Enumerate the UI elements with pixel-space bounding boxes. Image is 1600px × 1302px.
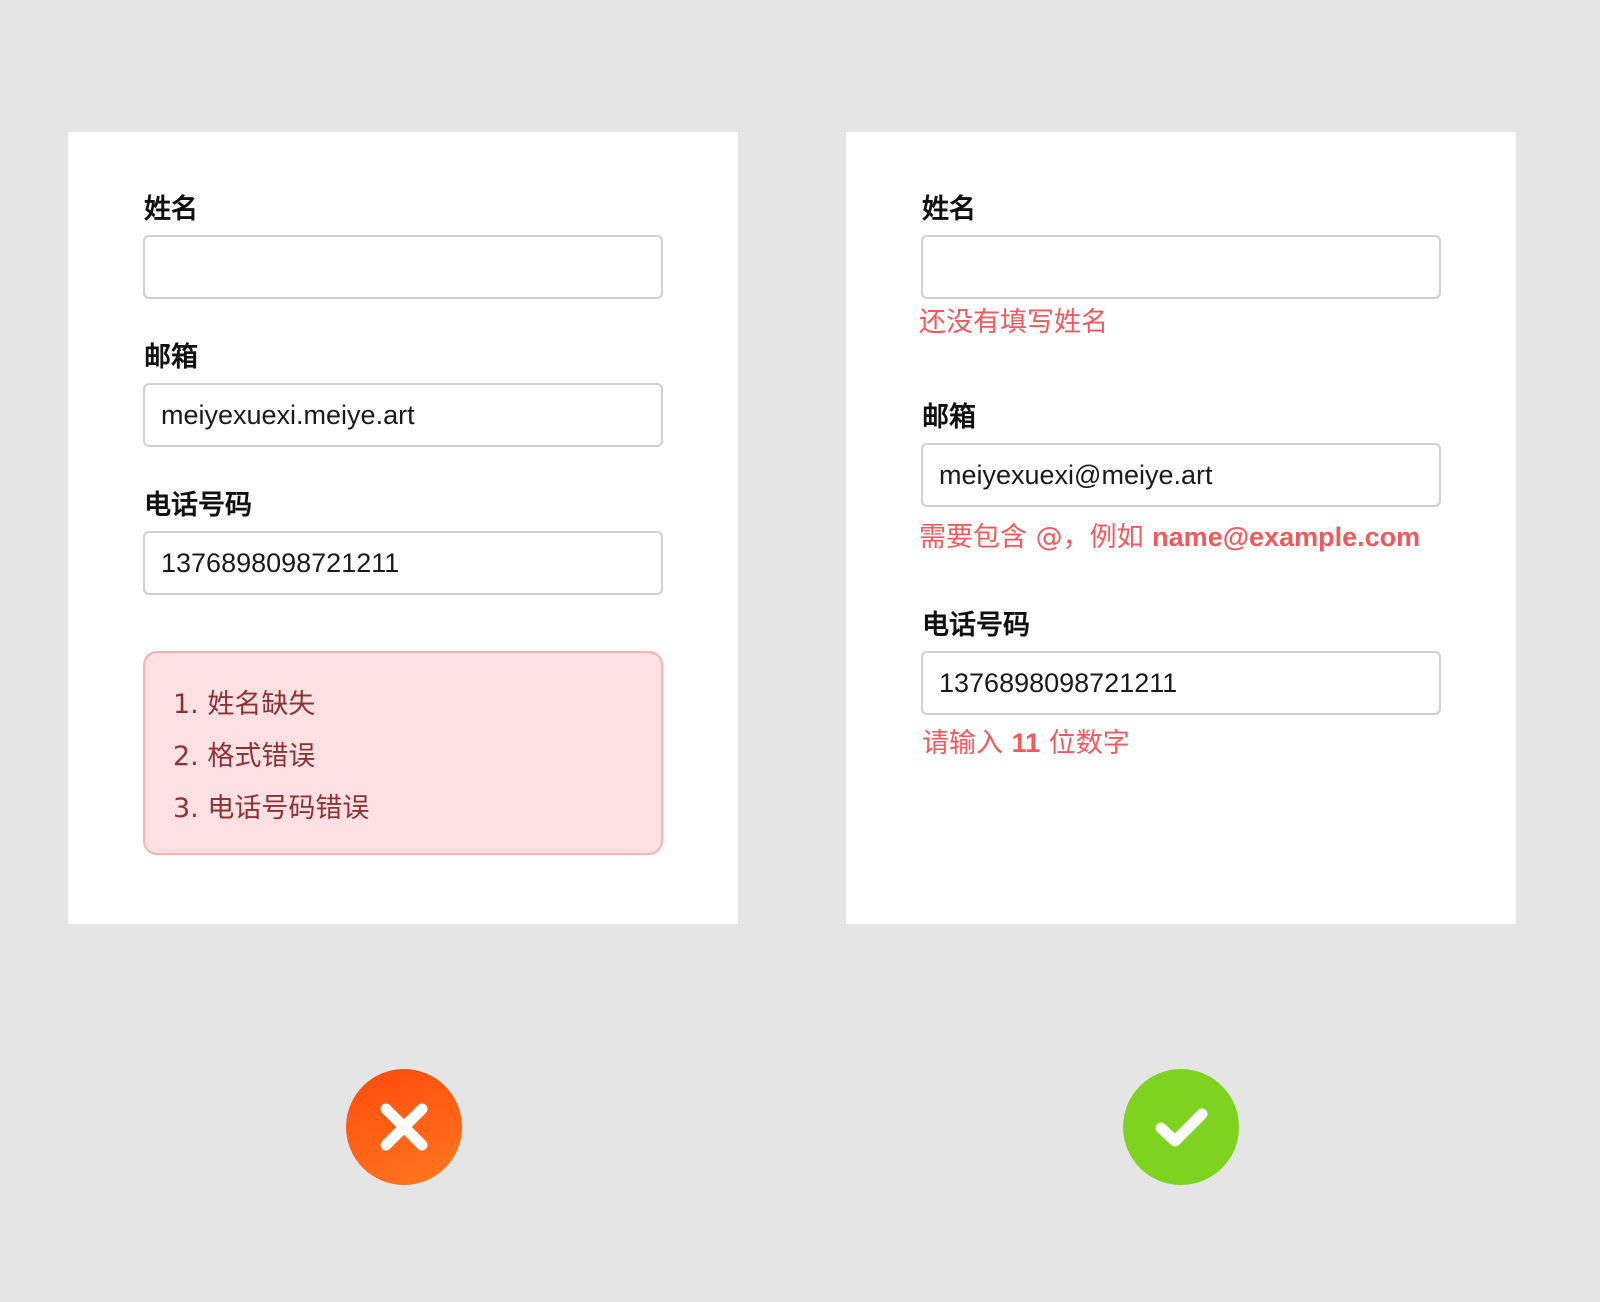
email-error-example: name@example.com	[1152, 522, 1421, 552]
phone-input[interactable]	[921, 651, 1441, 715]
bad-example-form: 姓名 邮箱 电话号码 1. 姓名缺失 2. 格式错误 3. 电话号码错误	[68, 132, 738, 924]
good-example-form: 姓名 还没有填写姓名 邮箱 需要包含 @，例如 name@example.com…	[846, 132, 1516, 924]
name-label: 姓名	[922, 194, 976, 225]
phone-input[interactable]	[143, 531, 663, 595]
phone-error-count: 11	[1011, 728, 1041, 758]
email-input[interactable]	[143, 383, 663, 447]
close-icon	[346, 1069, 462, 1185]
error-summary-item: 1. 姓名缺失	[173, 689, 316, 720]
name-input[interactable]	[143, 235, 663, 299]
error-summary-box: 1. 姓名缺失 2. 格式错误 3. 电话号码错误	[143, 651, 663, 855]
check-icon	[1123, 1069, 1239, 1185]
email-error-text: 需要包含 @，例如	[919, 522, 1153, 553]
name-input[interactable]	[921, 235, 1441, 299]
phone-error-text: 请输入	[922, 728, 1012, 759]
email-label: 邮箱	[922, 402, 976, 433]
email-input[interactable]	[921, 443, 1441, 507]
name-error-message: 还没有填写姓名	[919, 307, 1108, 338]
error-summary-item: 3. 电话号码错误	[173, 793, 370, 824]
phone-label: 电话号码	[922, 610, 1030, 641]
phone-label: 电话号码	[144, 490, 252, 521]
email-error-message: 需要包含 @，例如 name@example.com	[919, 520, 1420, 555]
error-summary-item: 2. 格式错误	[173, 741, 316, 772]
phone-error-message: 请输入 11 位数字	[922, 726, 1130, 761]
email-label: 邮箱	[144, 342, 198, 373]
phone-error-suffix: 位数字	[1040, 728, 1130, 759]
name-label: 姓名	[144, 194, 198, 225]
